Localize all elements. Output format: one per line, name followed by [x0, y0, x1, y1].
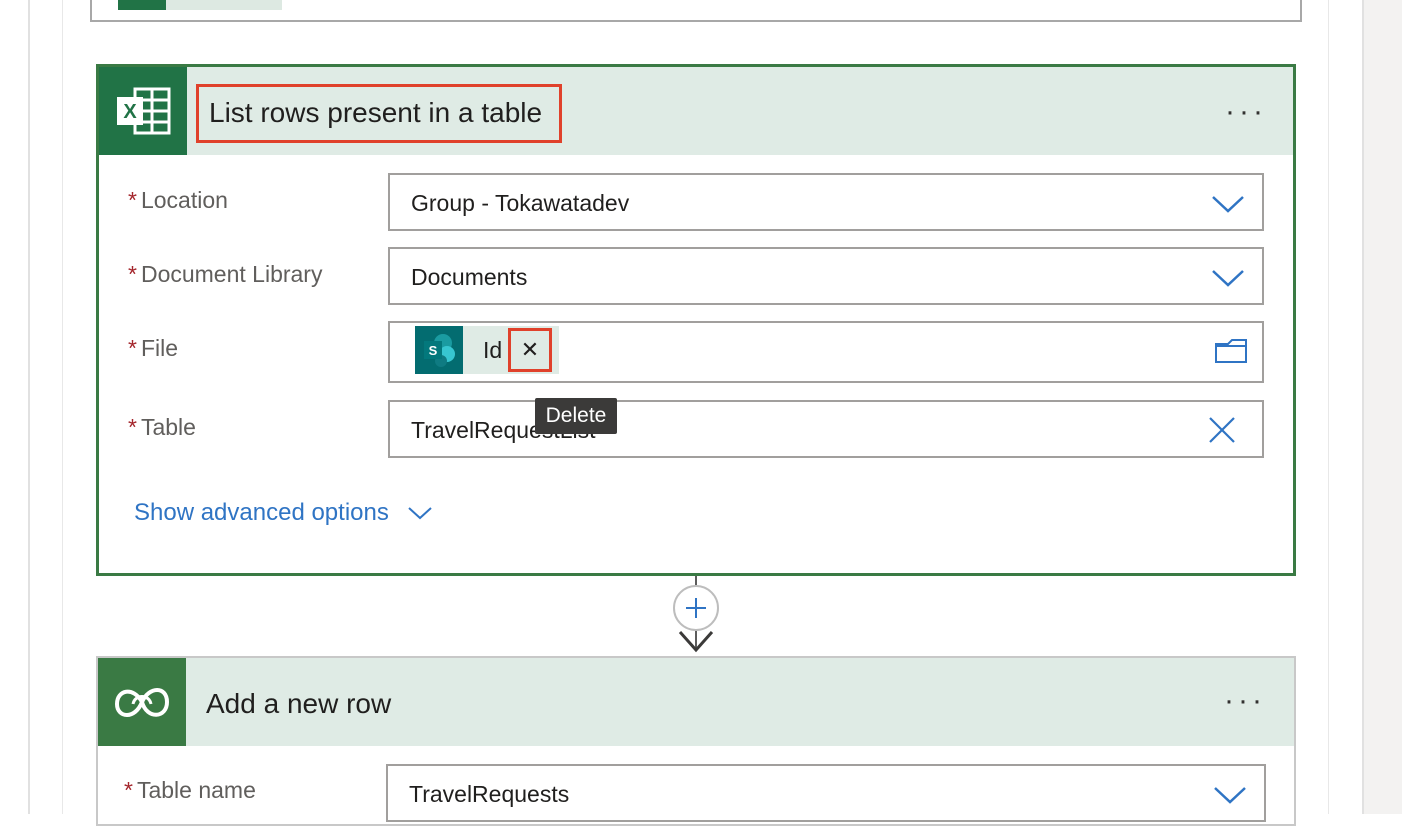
excel-icon: X [99, 67, 187, 155]
list-rows-action-card[interactable]: X List rows present in a table ··· * Loca… [96, 64, 1296, 576]
location-label: * Location [128, 187, 228, 213]
card-title[interactable]: List rows present in a table [209, 95, 542, 131]
plus-icon [686, 598, 706, 618]
svg-text:X: X [123, 101, 137, 123]
required-marker: * [128, 335, 137, 361]
table-name-value: TravelRequests [409, 781, 570, 807]
more-options-button[interactable]: ··· [1224, 686, 1266, 716]
file-input[interactable]: S Id ✕ [388, 321, 1264, 383]
table-label: * Table [128, 414, 196, 440]
required-marker: * [128, 187, 137, 213]
required-marker: * [128, 261, 137, 287]
chevron-down-icon[interactable] [1212, 783, 1248, 807]
document-library-dropdown[interactable]: Documents [388, 247, 1264, 305]
delete-tooltip: Delete [535, 398, 617, 434]
scope-border-inner-right [1328, 0, 1329, 814]
tooltip-text: Delete [545, 404, 607, 427]
location-value: Group - Tokawatadev [411, 190, 630, 216]
svg-text:S: S [429, 343, 438, 358]
sharepoint-icon: S [415, 326, 463, 374]
required-marker: * [124, 777, 133, 803]
table-dropdown[interactable]: TravelRequestList [388, 400, 1264, 458]
required-marker: * [128, 414, 137, 440]
card-header[interactable]: Add a new row ··· [98, 658, 1294, 746]
show-advanced-label: Show advanced options [134, 499, 389, 526]
chevron-down-icon [408, 507, 432, 520]
scope-border-inner-left [62, 0, 63, 814]
card-header[interactable]: X List rows present in a table ··· [99, 67, 1293, 155]
clear-icon[interactable] [1208, 417, 1236, 443]
previous-card-token [166, 0, 282, 10]
chevron-down-icon[interactable] [1210, 192, 1246, 216]
table-name-dropdown[interactable]: TravelRequests [386, 764, 1266, 822]
remove-token-button[interactable]: ✕ [508, 328, 552, 372]
location-dropdown[interactable]: Group - Tokawatadev [388, 173, 1264, 231]
dataverse-icon [98, 658, 186, 746]
token-label: Id [483, 337, 503, 363]
canvas-gutter [1364, 0, 1402, 814]
close-icon: ✕ [520, 337, 540, 362]
add-new-row-action-card[interactable]: Add a new row ··· * Table name TravelRequ… [96, 656, 1296, 826]
file-label: * File [128, 335, 179, 361]
insert-step-button[interactable] [673, 585, 719, 631]
scope-border-left [28, 0, 30, 814]
document-library-value: Documents [411, 264, 528, 290]
chevron-down-icon[interactable] [1210, 266, 1246, 290]
folder-icon[interactable] [1214, 338, 1248, 364]
table-name-label: * Table name [124, 777, 256, 803]
document-library-label: * Document Library [128, 261, 323, 287]
previous-card-icon [118, 0, 166, 10]
arrow-down-icon [678, 631, 714, 653]
card-title[interactable]: Add a new row [206, 686, 391, 722]
more-options-button[interactable]: ··· [1225, 97, 1267, 127]
show-advanced-options-link[interactable]: Show advanced options [134, 499, 433, 527]
